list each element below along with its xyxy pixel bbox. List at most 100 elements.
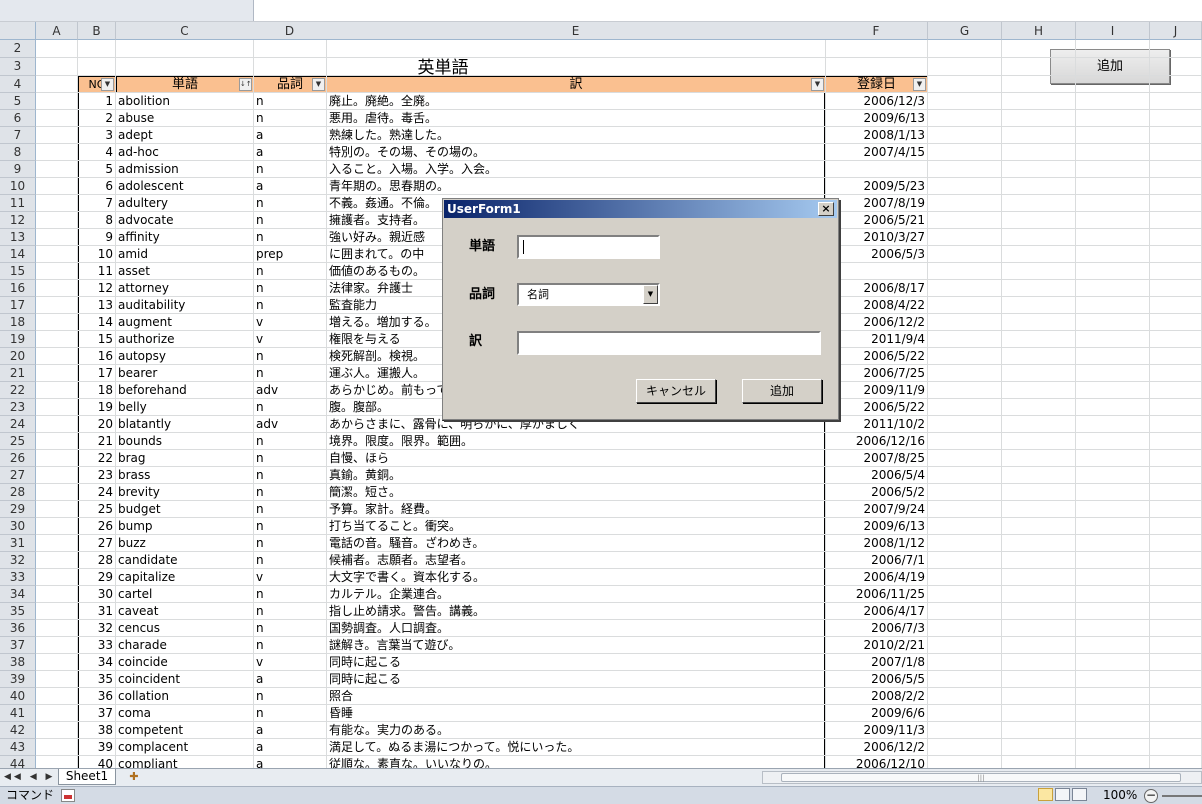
cell-word[interactable]: brag — [116, 450, 254, 467]
column-header[interactable]: F — [825, 22, 928, 40]
cell-pos[interactable]: n — [254, 161, 327, 178]
cell-no[interactable]: 21 — [78, 433, 116, 450]
row-header[interactable]: 19 — [0, 331, 36, 348]
cell-no[interactable]: 6 — [78, 178, 116, 195]
cell-date[interactable]: 2006/5/22 — [825, 348, 928, 365]
cell-word[interactable]: adultery — [116, 195, 254, 212]
column-header[interactable]: B — [78, 22, 116, 40]
cell-translation[interactable]: 同時に起こる — [327, 654, 825, 671]
cell-no[interactable]: 36 — [78, 688, 116, 705]
zoom-out-icon[interactable]: − — [1144, 789, 1158, 803]
cell-translation[interactable]: 従順な。素直な。いいなりの。 — [327, 756, 825, 768]
cell-pos[interactable]: n — [254, 637, 327, 654]
cell-pos[interactable]: n — [254, 603, 327, 620]
cell-translation[interactable]: 昏睡 — [327, 705, 825, 722]
cell-date[interactable]: 2006/4/19 — [825, 569, 928, 586]
row-header[interactable]: 22 — [0, 382, 36, 399]
cell-word[interactable]: cencus — [116, 620, 254, 637]
cell-pos[interactable]: n — [254, 433, 327, 450]
cell-pos[interactable]: n — [254, 263, 327, 280]
cell-pos[interactable]: v — [254, 654, 327, 671]
cell-no[interactable]: 40 — [78, 756, 116, 768]
scroll-thumb[interactable]: ||| — [781, 773, 1181, 782]
cell-pos[interactable]: n — [254, 467, 327, 484]
column-header[interactable]: C — [116, 22, 254, 40]
cell-date[interactable]: 2011/10/2 — [825, 416, 928, 433]
cell-translation[interactable]: 電話の音。騒音。ざわめき。 — [327, 535, 825, 552]
row-header[interactable]: 32 — [0, 552, 36, 569]
cell-translation[interactable]: 真鍮。黄銅。 — [327, 467, 825, 484]
cell-no[interactable]: 30 — [78, 586, 116, 603]
cell-date[interactable]: 2011/9/4 — [825, 331, 928, 348]
cell-no[interactable]: 1 — [78, 93, 116, 110]
cell-pos[interactable]: n — [254, 450, 327, 467]
row-header[interactable]: 5 — [0, 93, 36, 110]
cell-pos[interactable]: n — [254, 297, 327, 314]
row-header[interactable]: 12 — [0, 212, 36, 229]
cell-word[interactable]: coma — [116, 705, 254, 722]
cell-date[interactable]: 2006/11/25 — [825, 586, 928, 603]
cell-date[interactable]: 2007/8/25 — [825, 450, 928, 467]
cell-no[interactable]: 9 — [78, 229, 116, 246]
cell-date[interactable]: 2007/4/15 — [825, 144, 928, 161]
cell-no[interactable]: 3 — [78, 127, 116, 144]
cell-no[interactable]: 22 — [78, 450, 116, 467]
cell-word[interactable]: competent — [116, 722, 254, 739]
chevron-down-icon[interactable]: ▼ — [643, 285, 658, 304]
cell-date[interactable]: 2008/4/22 — [825, 297, 928, 314]
row-header[interactable]: 38 — [0, 654, 36, 671]
cell-pos[interactable]: prep — [254, 246, 327, 263]
cell-date[interactable]: 2006/5/21 — [825, 212, 928, 229]
cell-translation[interactable]: 廃止。廃絶。全廃。 — [327, 93, 825, 110]
cell-no[interactable]: 23 — [78, 467, 116, 484]
cell-date[interactable]: 2006/5/4 — [825, 467, 928, 484]
cell-word[interactable]: adolescent — [116, 178, 254, 195]
cell-translation[interactable]: 簡潔。短さ。 — [327, 484, 825, 501]
cell-no[interactable]: 7 — [78, 195, 116, 212]
cell-word[interactable]: affinity — [116, 229, 254, 246]
row-header[interactable]: 16 — [0, 280, 36, 297]
cell-pos[interactable]: n — [254, 399, 327, 416]
cell-pos[interactable]: n — [254, 365, 327, 382]
cell-word[interactable]: cartel — [116, 586, 254, 603]
cell-no[interactable]: 11 — [78, 263, 116, 280]
column-header[interactable]: J — [1150, 22, 1202, 40]
cell-word[interactable]: candidate — [116, 552, 254, 569]
cell-date[interactable]: 2009/5/23 — [825, 178, 928, 195]
cell-translation[interactable]: 特別の。その場、その場の。 — [327, 144, 825, 161]
cell-no[interactable]: 14 — [78, 314, 116, 331]
cell-date[interactable]: 2009/11/9 — [825, 382, 928, 399]
cell-no[interactable]: 2 — [78, 110, 116, 127]
cell-pos[interactable]: n — [254, 552, 327, 569]
cell-word[interactable]: charade — [116, 637, 254, 654]
cell-word[interactable]: blatantly — [116, 416, 254, 433]
cell-pos[interactable]: a — [254, 127, 327, 144]
cell-no[interactable]: 32 — [78, 620, 116, 637]
cell-no[interactable]: 13 — [78, 297, 116, 314]
cell-no[interactable]: 29 — [78, 569, 116, 586]
cell-date[interactable]: 2006/7/3 — [825, 620, 928, 637]
cell-translation[interactable]: 予算。家計。経費。 — [327, 501, 825, 518]
page-break-icon[interactable] — [1072, 788, 1087, 801]
row-header[interactable]: 2 — [0, 40, 36, 58]
cell-date[interactable]: 2006/12/10 — [825, 756, 928, 768]
cell-date[interactable]: 2009/6/6 — [825, 705, 928, 722]
row-header[interactable]: 33 — [0, 569, 36, 586]
cell-word[interactable]: bearer — [116, 365, 254, 382]
zoom-slider[interactable] — [1162, 795, 1202, 797]
row-header[interactable]: 27 — [0, 467, 36, 484]
row-header[interactable]: 4 — [0, 76, 36, 93]
cell-pos[interactable]: a — [254, 722, 327, 739]
cell-date[interactable]: 2010/2/21 — [825, 637, 928, 654]
cell-no[interactable]: 33 — [78, 637, 116, 654]
cell-word[interactable]: bump — [116, 518, 254, 535]
cell-pos[interactable]: n — [254, 195, 327, 212]
column-header[interactable]: H — [1002, 22, 1076, 40]
cell-word[interactable]: ad-hoc — [116, 144, 254, 161]
page-layout-icon[interactable] — [1055, 788, 1070, 801]
cell-word[interactable]: bounds — [116, 433, 254, 450]
cell-word[interactable]: admission — [116, 161, 254, 178]
column-header[interactable]: D — [253, 22, 327, 40]
cell-date[interactable] — [825, 161, 928, 178]
cell-no[interactable]: 39 — [78, 739, 116, 756]
